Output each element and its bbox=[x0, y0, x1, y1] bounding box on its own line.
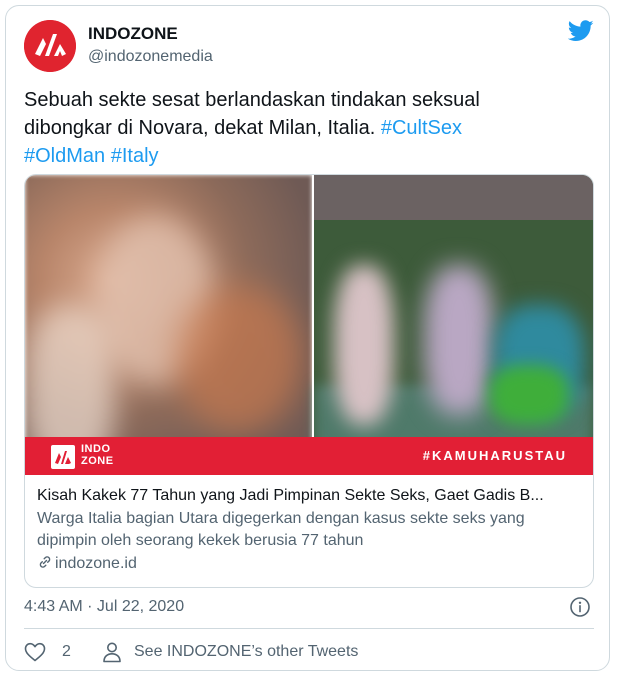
banner-brand-line: ZONE bbox=[81, 455, 114, 467]
tweet-text-line: Sebuah sekte sesat berlandaskan tindakan… bbox=[24, 89, 480, 111]
account-handle[interactable]: @indozonemedia bbox=[88, 48, 213, 66]
tweet-header: INDOZONE @indozonemedia bbox=[24, 18, 594, 78]
hashtag-italy[interactable]: #Italy bbox=[111, 145, 159, 167]
indozone-banner-logo-icon bbox=[51, 445, 75, 469]
tweet-embed-card: INDOZONE @indozonemedia Sebuah sekte ses… bbox=[5, 5, 610, 671]
divider bbox=[24, 628, 594, 629]
see-other-tweets-link[interactable]: See INDOZONE’s other Tweets bbox=[134, 643, 358, 661]
link-title[interactable]: Kisah Kakek 77 Tahun yang Jadi Pimpinan … bbox=[37, 485, 585, 507]
person-icon[interactable] bbox=[102, 641, 122, 663]
link-preview-image[interactable]: INDO ZONE #KAMUHARUSTAU bbox=[25, 175, 593, 475]
link-domain-row[interactable]: indozone.id bbox=[37, 553, 585, 575]
twitter-bird-icon[interactable] bbox=[568, 20, 594, 42]
link-description: Warga Italia bagian Utara digegerkan den… bbox=[37, 510, 525, 549]
tweet-actions: 2 See INDOZONE’s other Tweets bbox=[24, 638, 594, 666]
hashtag-oldman[interactable]: #OldMan bbox=[24, 145, 105, 167]
link-preview-info[interactable]: Kisah Kakek 77 Tahun yang Jadi Pimpinan … bbox=[37, 485, 585, 575]
heart-icon[interactable] bbox=[24, 642, 46, 662]
account-name[interactable]: INDOZONE bbox=[88, 24, 178, 44]
indozone-logo-icon bbox=[24, 20, 76, 72]
banner-brand: INDO ZONE bbox=[81, 443, 114, 467]
hashtag-cultsex[interactable]: #CultSex bbox=[381, 117, 462, 139]
tweet-text-segment: dibongkar di Novara, dekat Milan, Italia… bbox=[24, 117, 381, 139]
banner-brand-line: INDO bbox=[81, 443, 111, 455]
tweet-text-line: #OldMan #Italy bbox=[24, 142, 584, 170]
link-icon bbox=[39, 556, 51, 568]
info-icon[interactable] bbox=[569, 596, 591, 618]
tweet-text-line: dibongkar di Novara, dekat Milan, Italia… bbox=[24, 114, 584, 142]
tweet-text: Sebuah sekte sesat berlandaskan tindakan… bbox=[24, 86, 584, 170]
avatar[interactable] bbox=[24, 20, 76, 72]
blurred-photo-right bbox=[314, 175, 593, 475]
like-count[interactable]: 2 bbox=[62, 643, 71, 661]
link-preview-card[interactable]: INDO ZONE #KAMUHARUSTAU Kisah Kakek 77 T… bbox=[24, 174, 594, 588]
tweet-timestamp[interactable]: 4:43 AM · Jul 22, 2020 bbox=[24, 598, 184, 616]
blurred-photo-left bbox=[25, 175, 312, 475]
image-divider bbox=[312, 175, 314, 475]
link-domain[interactable]: indozone.id bbox=[55, 555, 137, 572]
banner-hashtag: #KAMUHARUSTAU bbox=[422, 448, 567, 463]
